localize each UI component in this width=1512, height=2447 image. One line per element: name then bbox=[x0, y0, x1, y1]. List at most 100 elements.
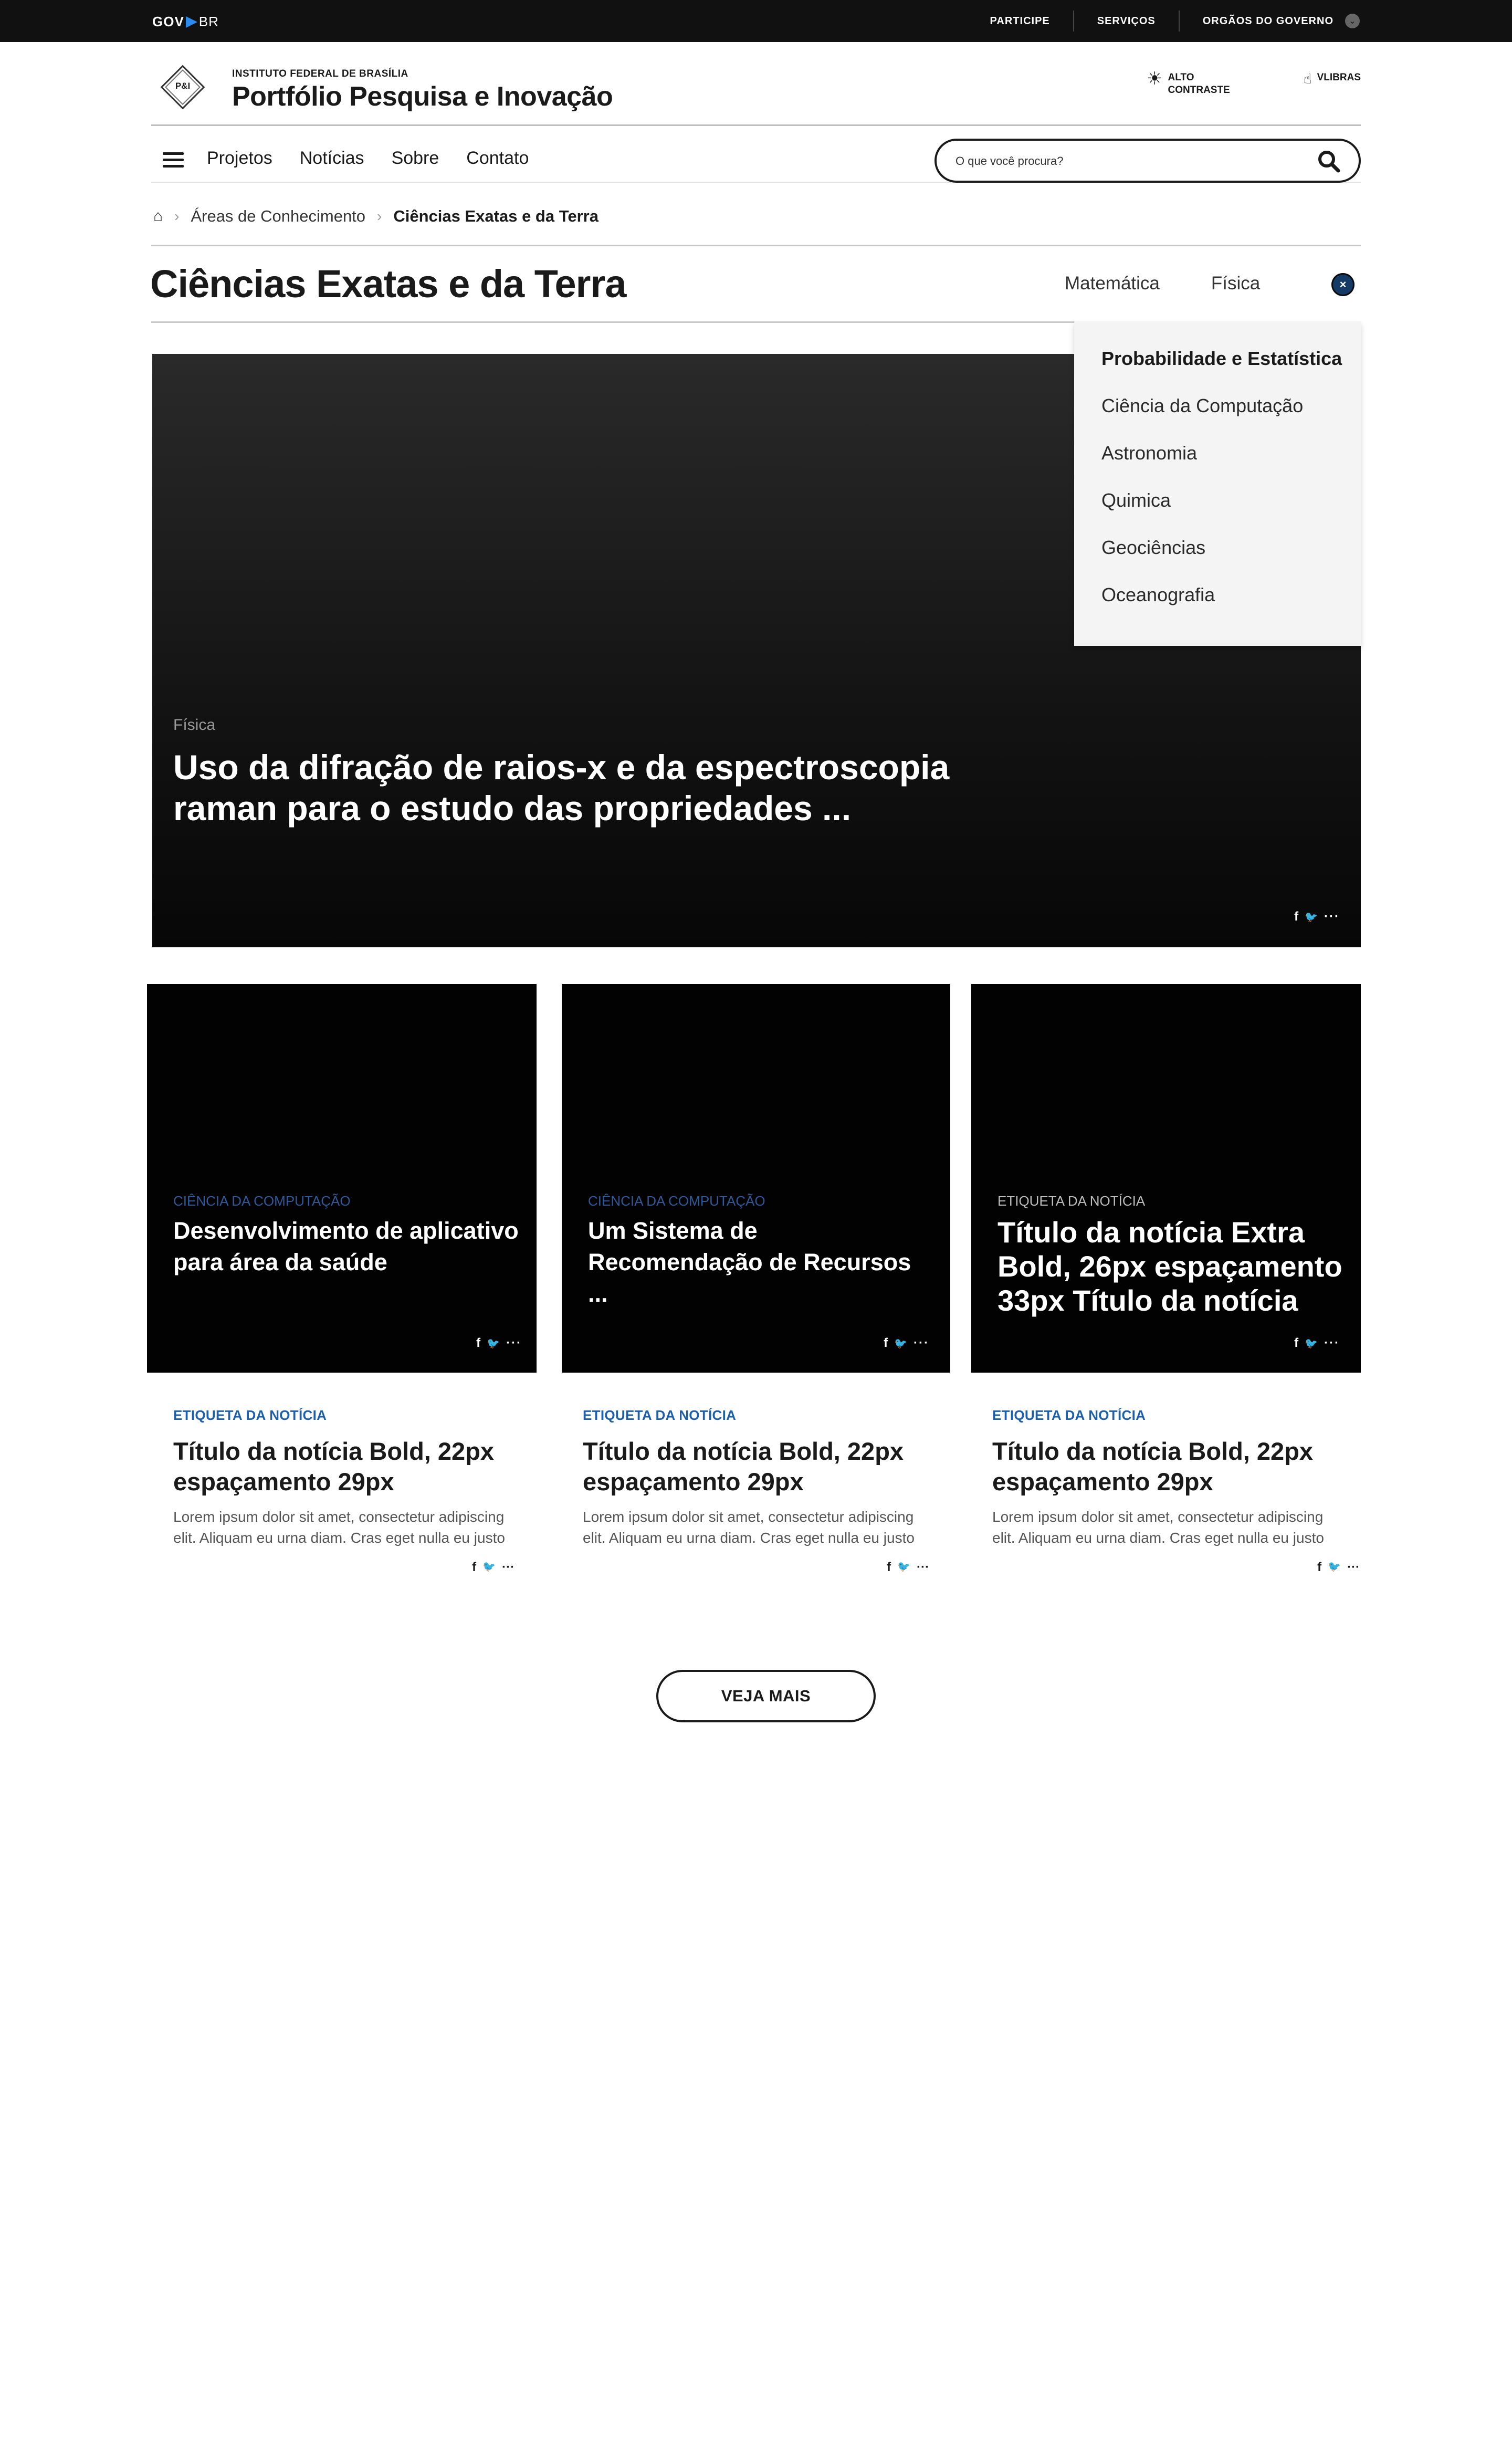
search-icon[interactable] bbox=[1317, 149, 1341, 173]
card-tag: ETIQUETA DA NOTÍCIA bbox=[992, 1407, 1146, 1423]
breadcrumb: ⌂ › Áreas de Conhecimento › Ciências Exa… bbox=[151, 201, 1361, 232]
card-title[interactable]: Desenvolvimento de aplicativo para área … bbox=[173, 1215, 520, 1278]
sun-icon: ☀ bbox=[1147, 69, 1163, 89]
nav-menu: Projetos Notícias Sobre Contato bbox=[207, 148, 556, 169]
card-summary: Lorem ipsum dolor sit amet, consectetur … bbox=[992, 1509, 1324, 1546]
divider bbox=[151, 245, 1361, 246]
main-nav: Projetos Notícias Sobre Contato bbox=[151, 127, 1361, 183]
facebook-icon[interactable]: f bbox=[1294, 1336, 1298, 1351]
card-tag: ETIQUETA DA NOTÍCIA bbox=[998, 1193, 1146, 1209]
twitter-icon[interactable]: 🐦 bbox=[487, 1337, 500, 1350]
card-summary: Lorem ipsum dolor sit amet, consectetur … bbox=[173, 1509, 505, 1546]
contrast-label-line2: CONTRASTE bbox=[1168, 85, 1230, 96]
news-card-image[interactable]: ETIQUETA DA NOTÍCIA Título da notícia Ex… bbox=[971, 984, 1361, 1373]
dropdown-item-geociencias[interactable]: Geociências bbox=[1101, 537, 1205, 559]
card-title[interactable]: Título da notícia Bold, 22px espaçamento… bbox=[173, 1436, 509, 1497]
card-tag: CIÊNCIA DA COMPUTAÇÃO bbox=[588, 1193, 765, 1209]
gov-links: PARTICIPE SERVIÇOS ORGÃOS DO GOVERNO ⌄ bbox=[967, 0, 1360, 42]
logo-arrow-icon bbox=[185, 16, 197, 28]
brand-logo[interactable]: P&I bbox=[160, 65, 205, 110]
gov-link-participe[interactable]: PARTICIPE bbox=[967, 11, 1073, 32]
facebook-icon[interactable]: f bbox=[1317, 1560, 1321, 1575]
see-more-button[interactable]: VEJA MAIS bbox=[656, 1670, 876, 1722]
twitter-icon[interactable]: 🐦 bbox=[1305, 1337, 1318, 1350]
dropdown-item-computacao[interactable]: Ciência da Computação bbox=[1101, 395, 1303, 417]
subnav-item-fisica[interactable]: Física bbox=[1211, 273, 1260, 294]
news-card-text[interactable]: ETIQUETA DA NOTÍCIA Título da notícia Bo… bbox=[992, 1407, 1360, 1574]
more-icon[interactable]: ··· bbox=[506, 1336, 522, 1351]
hamburger-menu-icon[interactable] bbox=[163, 152, 184, 168]
more-icon[interactable]: ··· bbox=[917, 1560, 929, 1575]
gov-bar: GOV BR PARTICIPE SERVIÇOS ORGÃOS DO GOVE… bbox=[0, 0, 1512, 42]
more-icon[interactable]: ··· bbox=[1324, 1336, 1340, 1351]
chevron-down-icon[interactable]: ⌄ bbox=[1345, 14, 1360, 28]
news-card-image[interactable]: CIÊNCIA DA COMPUTAÇÃO Desenvolvimento de… bbox=[147, 984, 537, 1373]
gov-br-logo[interactable]: GOV BR bbox=[152, 14, 219, 30]
card-share: f 🐦 ··· bbox=[877, 1336, 929, 1351]
twitter-icon[interactable]: 🐦 bbox=[897, 1560, 910, 1575]
more-icon[interactable]: ··· bbox=[1347, 1560, 1360, 1575]
dropdown-item-probabilidade[interactable]: Probabilidade e Estatística bbox=[1101, 348, 1342, 370]
subnav-item-matematica[interactable]: Matemática bbox=[1065, 273, 1160, 294]
news-card-text[interactable]: ETIQUETA DA NOTÍCIA Título da notícia Bo… bbox=[583, 1407, 950, 1574]
area-subnav: Matemática Física bbox=[1065, 273, 1311, 294]
twitter-icon[interactable]: 🐦 bbox=[1305, 911, 1318, 924]
contrast-label-line1: ALTO bbox=[1168, 72, 1194, 83]
card-share: f 🐦 ··· bbox=[466, 1560, 514, 1575]
card-share: f 🐦 ··· bbox=[880, 1560, 929, 1575]
twitter-icon[interactable]: 🐦 bbox=[1328, 1560, 1341, 1575]
card-title[interactable]: Título da notícia Bold, 22px espaçamento… bbox=[992, 1436, 1328, 1497]
twitter-icon[interactable]: 🐦 bbox=[482, 1560, 496, 1575]
area-dropdown-menu: Probabilidade e Estatística Ciência da C… bbox=[1074, 321, 1361, 646]
logo-gov-text: GOV bbox=[152, 14, 184, 29]
high-contrast-button[interactable]: ☀ ALTO CONTRASTE bbox=[1147, 69, 1230, 97]
card-tag: ETIQUETA DA NOTÍCIA bbox=[583, 1407, 737, 1423]
more-icon[interactable]: ··· bbox=[914, 1336, 929, 1351]
gov-link-orgaos[interactable]: ORGÃOS DO GOVERNO bbox=[1178, 11, 1345, 32]
dropdown-item-astronomia[interactable]: Astronomia bbox=[1101, 442, 1197, 464]
card-tag: CIÊNCIA DA COMPUTAÇÃO bbox=[173, 1193, 351, 1209]
card-title[interactable]: Um Sistema de Recomendação de Recursos .… bbox=[588, 1215, 934, 1310]
brand-mark-text: P&I bbox=[175, 81, 191, 91]
hero-share: f 🐦 ··· bbox=[1288, 909, 1340, 924]
divider bbox=[151, 321, 1074, 323]
logo-br-text: BR bbox=[198, 14, 219, 29]
news-card-text[interactable]: ETIQUETA DA NOTÍCIA Título da notícia Bo… bbox=[173, 1407, 541, 1574]
facebook-icon[interactable]: f bbox=[476, 1336, 480, 1351]
facebook-icon[interactable]: f bbox=[884, 1336, 888, 1351]
card-share: f 🐦 ··· bbox=[470, 1336, 522, 1351]
dropdown-item-quimica[interactable]: Quimica bbox=[1101, 489, 1171, 511]
brand-subtitle: INSTITUTO FEDERAL DE BRASÍLIA bbox=[232, 68, 408, 79]
facebook-icon[interactable]: f bbox=[472, 1560, 476, 1575]
card-title[interactable]: Título da notícia Extra Bold, 26px espaç… bbox=[998, 1215, 1354, 1317]
site-title[interactable]: Portfólio Pesquisa e Inovação bbox=[232, 81, 613, 112]
search-input[interactable] bbox=[956, 148, 1297, 174]
breadcrumb-item-current: Ciências Exatas e da Terra bbox=[393, 207, 598, 225]
facebook-icon[interactable]: f bbox=[1294, 909, 1298, 924]
close-icon[interactable]: × bbox=[1331, 273, 1354, 296]
hero-tag: Física bbox=[173, 716, 216, 734]
page-title: Ciências Exatas e da Terra bbox=[150, 262, 626, 306]
nav-item-projetos[interactable]: Projetos bbox=[207, 148, 272, 169]
gov-link-servicos[interactable]: SERVIÇOS bbox=[1073, 11, 1179, 32]
nav-item-sobre[interactable]: Sobre bbox=[392, 148, 439, 169]
breadcrumb-item-areas[interactable]: Áreas de Conhecimento bbox=[191, 207, 365, 226]
news-card-image[interactable]: CIÊNCIA DA COMPUTAÇÃO Um Sistema de Reco… bbox=[562, 984, 950, 1373]
nav-item-noticias[interactable]: Notícias bbox=[300, 148, 364, 169]
hand-icon: ☝ bbox=[1303, 71, 1312, 87]
vlibras-label: VLIBRAS bbox=[1317, 72, 1361, 83]
card-title[interactable]: Título da notícia Bold, 22px espaçamento… bbox=[583, 1436, 919, 1497]
more-icon[interactable]: ··· bbox=[502, 1560, 514, 1575]
home-icon[interactable]: ⌂ bbox=[153, 207, 163, 225]
dropdown-item-oceanografia[interactable]: Oceanografia bbox=[1101, 584, 1215, 606]
hero-title[interactable]: Uso da difração de raios-x e da espectro… bbox=[173, 747, 1003, 829]
contrast-label: ALTO CONTRASTE bbox=[1168, 71, 1230, 97]
twitter-icon[interactable]: 🐦 bbox=[894, 1337, 907, 1350]
card-tag: ETIQUETA DA NOTÍCIA bbox=[173, 1407, 327, 1423]
breadcrumb-separator-icon: › bbox=[174, 208, 180, 224]
more-icon[interactable]: ··· bbox=[1324, 909, 1340, 924]
facebook-icon[interactable]: f bbox=[887, 1560, 891, 1575]
card-share: f 🐦 ··· bbox=[1311, 1560, 1360, 1575]
nav-item-contato[interactable]: Contato bbox=[466, 148, 529, 169]
vlibras-button[interactable]: ☝ VLIBRAS bbox=[1304, 71, 1361, 86]
